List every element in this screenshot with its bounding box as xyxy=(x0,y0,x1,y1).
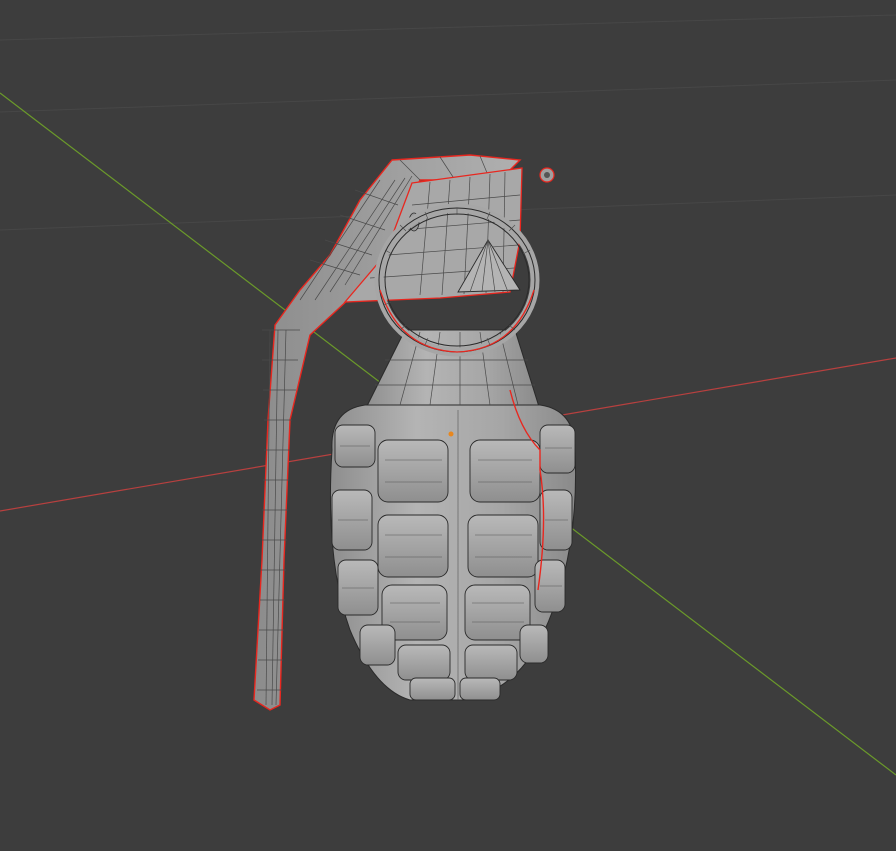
object-origin-dot[interactable] xyxy=(448,431,454,437)
3d-viewport[interactable] xyxy=(0,0,896,851)
grenade-body-mesh[interactable] xyxy=(329,329,577,701)
hinge-pin-hole xyxy=(544,172,550,178)
